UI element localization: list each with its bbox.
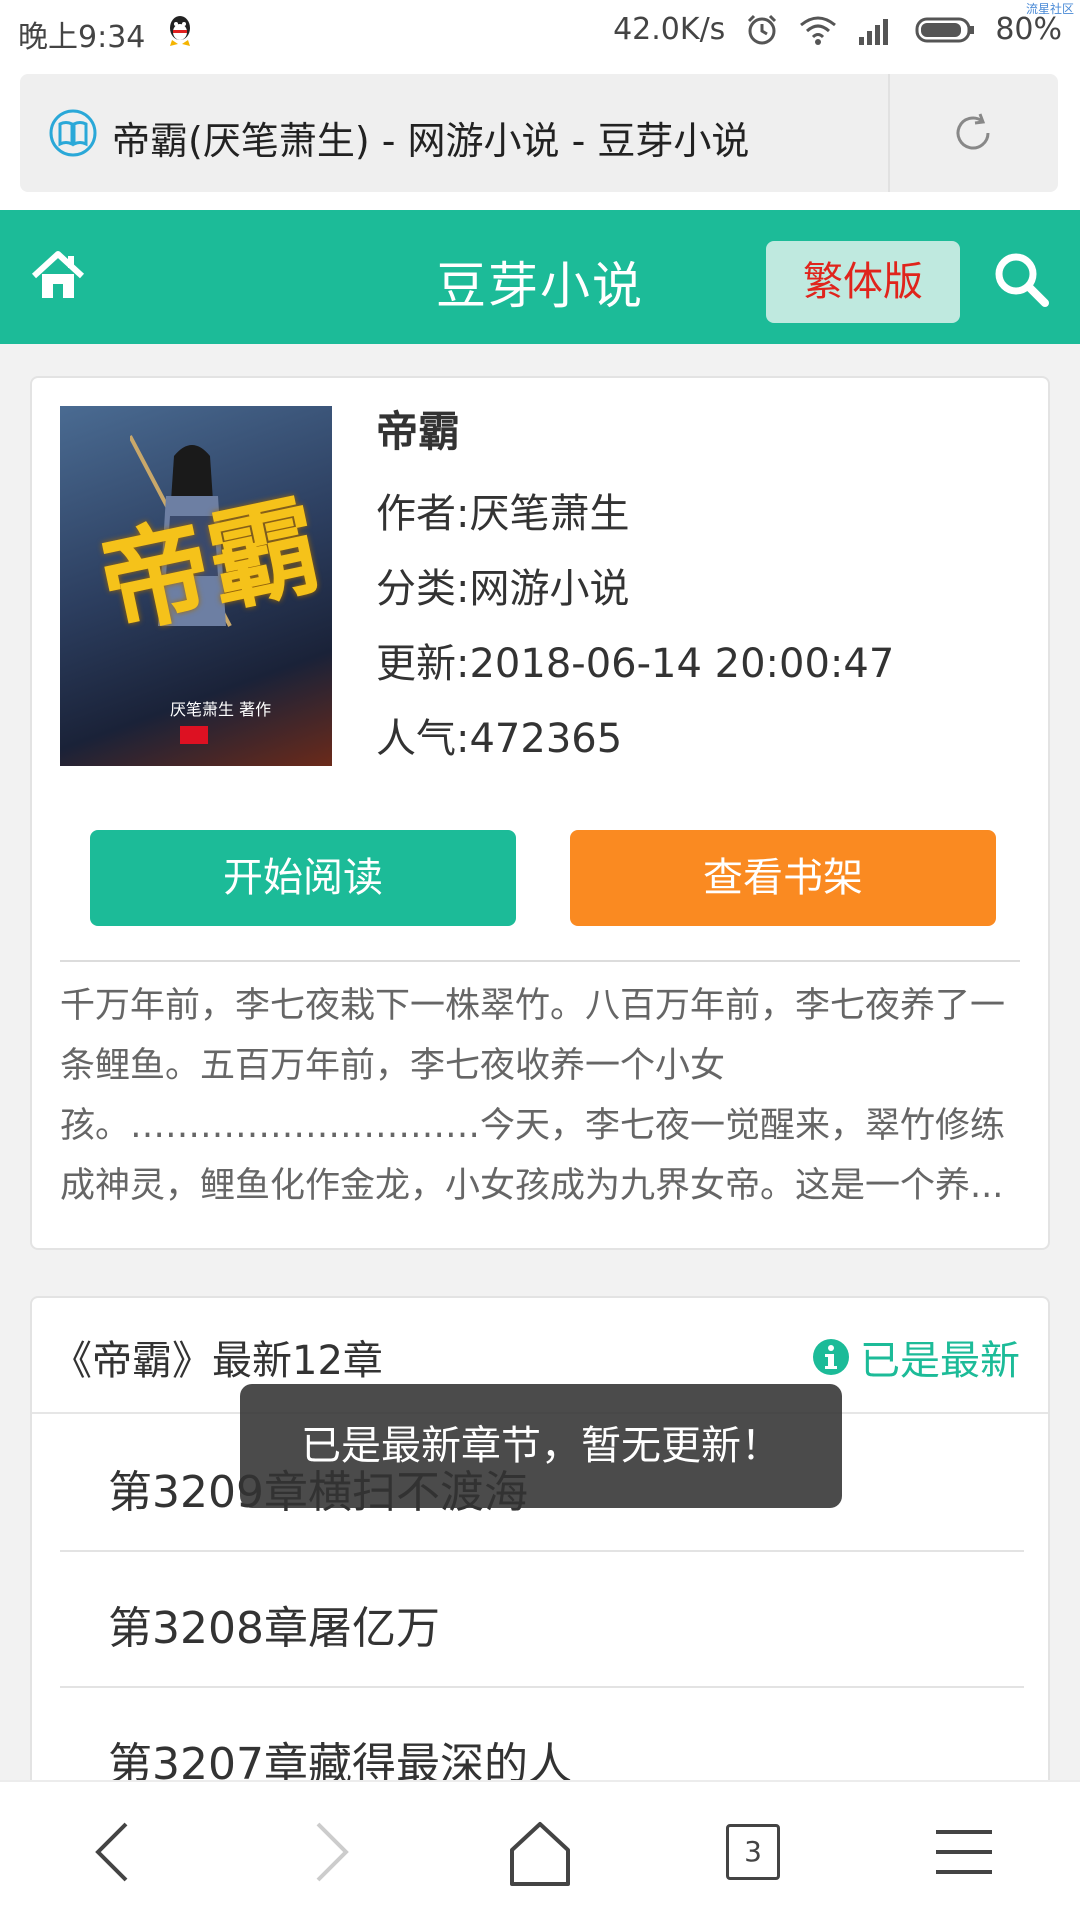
alarm-icon — [748, 14, 777, 44]
wifi-icon — [800, 16, 837, 45]
author-label: 作者: — [376, 491, 470, 537]
chapters-title: 《帝霸》最新12章 — [52, 1338, 383, 1384]
menu-icon[interactable] — [924, 1812, 1004, 1892]
reload-icon[interactable] — [950, 110, 996, 156]
battery-percent: 80% — [995, 12, 1062, 47]
category-value[interactable]: 网游小说 — [469, 566, 629, 612]
site-header: 豆芽小说 繁体版 — [0, 210, 1080, 344]
category-row: 分类:网游小说 — [376, 556, 894, 631]
watermark-label: 流星社区 — [1025, 2, 1074, 16]
home-nav-icon[interactable] — [500, 1812, 580, 1892]
tabs-button[interactable]: 3 — [712, 1812, 792, 1892]
status-bar: 晚上9:34 42.0K/s 80% 流星社区 — [0, 0, 1080, 64]
category-label: 分类: — [376, 566, 470, 612]
updated-value: 2018-06-14 20:00:47 — [469, 641, 895, 687]
already-latest-label: 已是最新 — [860, 1338, 1020, 1384]
popularity-value: 472365 — [469, 716, 623, 762]
chapter-list-item[interactable]: 第3208章屠亿万 — [60, 1552, 1024, 1688]
url-field[interactable]: 帝霸(厌笔萧生) - 网游小说 - 豆芽小说 — [20, 74, 1058, 192]
traditional-chinese-button[interactable]: 繁体版 — [766, 241, 960, 323]
author-value[interactable]: 厌笔萧生 — [469, 491, 629, 537]
address-divider — [888, 74, 890, 192]
book-info-card: 帝霸 厌笔萧生 著作 帝霸 作者:厌笔萧生 分类:网游小说 更新:2018-06… — [30, 376, 1050, 1250]
info-icon — [813, 1339, 849, 1375]
cover-title-art: 帝霸 — [88, 479, 331, 652]
author-row: 作者:厌笔萧生 — [376, 481, 894, 556]
page-title[interactable]: 帝霸(厌笔萧生) - 网游小说 - 豆芽小说 — [112, 110, 749, 165]
tabs-count-box: 3 — [726, 1824, 780, 1880]
battery-icon — [915, 17, 975, 42]
popularity-row: 人气:472365 — [376, 706, 894, 781]
start-reading-button[interactable]: 开始阅读 — [90, 830, 516, 926]
view-bookshelf-button[interactable]: 查看书架 — [570, 830, 996, 926]
already-latest-indicator[interactable]: 已是最新 — [812, 1328, 1020, 1386]
book-description: 千万年前，李七夜栽下一株翠竹。八百万年前，李七夜养了一条鲤鱼。五百万年前，李七夜… — [60, 986, 1006, 1206]
cover-author-text: 厌笔萧生 著作 — [170, 700, 272, 719]
publisher-logo — [180, 726, 208, 744]
back-icon[interactable] — [76, 1812, 156, 1892]
tabs-count: 3 — [744, 1835, 762, 1868]
reader-mode-icon[interactable] — [48, 108, 98, 158]
book-cover[interactable]: 帝霸 厌笔萧生 著作 — [60, 406, 332, 766]
updated-label: 更新: — [376, 641, 470, 687]
popularity-label: 人气: — [376, 716, 470, 762]
book-meta: 帝霸 作者:厌笔萧生 分类:网游小说 更新:2018-06-14 20:00:4… — [376, 398, 894, 781]
search-icon[interactable] — [992, 250, 1050, 308]
chapter-title[interactable]: 第3208章屠亿万 — [108, 1592, 440, 1656]
signal-icon — [859, 18, 889, 45]
qq-icon — [170, 16, 190, 46]
network-speed: 42.0K/s — [613, 12, 726, 47]
browser-address-bar: 帝霸(厌笔萧生) - 网游小说 - 豆芽小说 — [0, 64, 1080, 210]
forward-icon[interactable] — [288, 1812, 368, 1892]
browser-bottom-nav: 3 — [0, 1780, 1080, 1920]
updated-row: 更新:2018-06-14 20:00:47 — [376, 631, 894, 706]
toast-message: 已是最新章节，暂无更新！ — [240, 1384, 842, 1508]
divider — [60, 960, 1020, 962]
status-time: 晚上9:34 — [18, 20, 146, 55]
book-title: 帝霸 — [376, 407, 461, 456]
